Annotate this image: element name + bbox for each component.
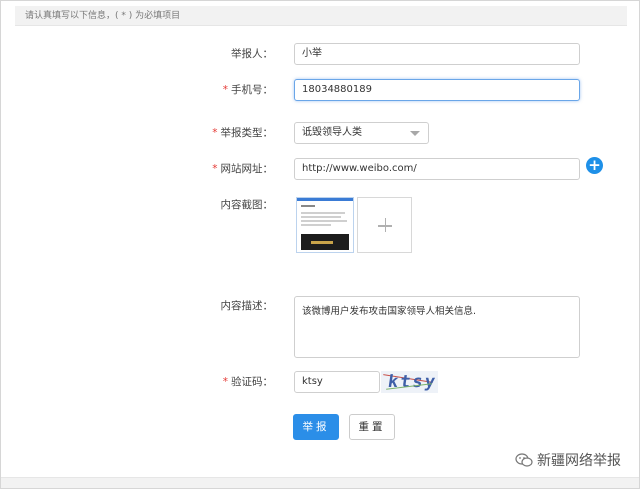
report-type-value: 诋毁领导人类 (302, 127, 362, 138)
description-value: 该微博用户发布攻击国家领导人相关信息. (302, 306, 477, 317)
required-mark: * (212, 163, 218, 175)
phone-label: * 手机号： (123, 82, 273, 97)
description-label-text: 内容描述： (220, 300, 274, 312)
phone-label-text: 手机号： (231, 84, 273, 96)
report-form-window: 请认真填写以下信息，( * ) 为必填项目 举报人： 小举 * 手机号： 1803… (0, 0, 640, 489)
required-mark: * (222, 376, 228, 388)
submit-report-button[interactable]: 举报 (293, 414, 339, 440)
description-textarea[interactable]: 该微博用户发布攻击国家领导人相关信息. (294, 296, 580, 358)
reporter-label: 举报人： (123, 46, 273, 61)
website-label-text: 网站网址： (220, 163, 274, 175)
captcha-value: ktsy (302, 376, 323, 387)
reporter-label-text: 举报人： (231, 48, 273, 60)
captcha-label-text: 验证码： (231, 376, 273, 388)
captcha-label: * 验证码： (123, 374, 273, 389)
wechat-icon (515, 453, 533, 467)
watermark-text: 新疆网络举报 (537, 453, 621, 469)
form-notice: 请认真填写以下信息，( * ) 为必填项目 (15, 6, 627, 26)
captcha-text: ktsy (386, 372, 438, 392)
captcha-input[interactable]: ktsy (294, 371, 380, 393)
add-image-button[interactable] (357, 197, 412, 253)
website-value: http://www.weibo.com/ (302, 163, 417, 174)
description-label: 内容描述： (123, 298, 274, 313)
screenshot-label: 内容截图： (123, 197, 274, 212)
chevron-down-icon (410, 131, 420, 136)
report-type-label-text: 举报类型： (220, 127, 274, 139)
footer-bar (1, 477, 639, 488)
reset-button[interactable]: 重置 (349, 414, 395, 440)
reporter-input[interactable]: 小举 (294, 43, 580, 65)
reporter-value: 小举 (302, 48, 322, 59)
screenshot-thumbnail[interactable] (296, 197, 354, 253)
add-url-icon[interactable]: + (586, 157, 603, 174)
website-input[interactable]: http://www.weibo.com/ (294, 158, 580, 180)
website-label: * 网站网址： (123, 161, 273, 176)
watermark: 新疆网络举报 (515, 450, 621, 470)
report-type-label: * 举报类型： (123, 125, 273, 140)
phone-value: 18034880189 (302, 84, 372, 95)
screenshot-label-text: 内容截图： (220, 199, 274, 211)
captcha-image[interactable]: ktsy (381, 371, 438, 393)
required-mark: * (222, 84, 228, 96)
required-mark: * (212, 127, 218, 139)
report-type-select[interactable]: 诋毁领导人类 (294, 122, 429, 144)
phone-input[interactable]: 18034880189 (294, 79, 580, 101)
